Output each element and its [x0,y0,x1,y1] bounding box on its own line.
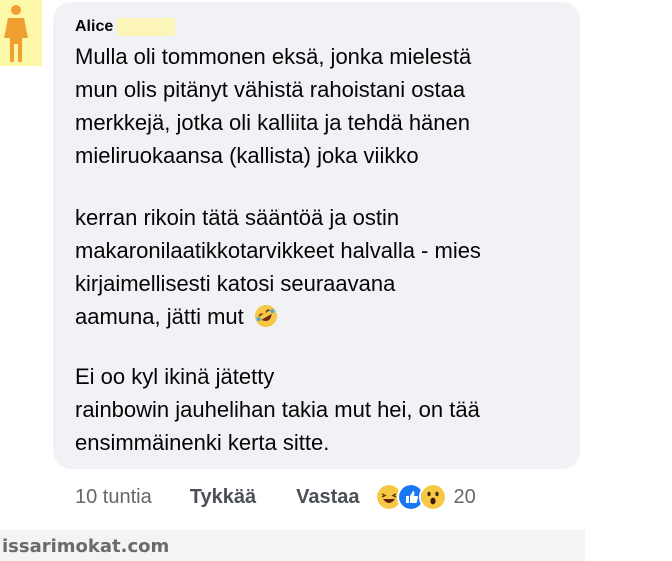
comment-line-with-emoji: aamuna, jätti mut [75,300,580,333]
rolling-laughing-emoji-icon [254,305,277,327]
comment-line: makaronilaatikkotarvikkeet halvalla - mi… [75,238,481,263]
comment-line: merkkejä, jotka oli kalliita ja tehdä hä… [75,110,471,135]
comment-line: aamuna, jätti mut [75,304,244,329]
like-button[interactable]: Tykkää [190,486,256,509]
watermark: issarimokat.com [2,536,170,557]
reactions-summary[interactable] [375,483,448,511]
comment-paragraph-3: Ei oo kyl ikinä jätetty rainbowin jauhel… [75,360,580,459]
comment-line: Mulla oli tommonen eksä, jonka mielestä [75,44,472,69]
author-row: Alice [75,16,176,38]
watermark-bar: issarimokat.com [0,530,585,561]
comment-line: Ei oo kyl ikinä jätetty [75,364,275,389]
reply-button[interactable]: Vastaa [296,486,359,509]
comment-paragraph-1: Mulla oli tommonen eksä, jonka mielestä … [75,40,580,172]
name-redaction [117,18,176,36]
wow-reaction-icon [419,483,448,511]
comment-timestamp[interactable]: 10 tuntia [75,486,152,509]
comment-line: rainbowin jauhelihan takia mut hei, on t… [75,397,480,422]
comment-bubble: Alice Mulla oli tommonen eksä, jonka mie… [53,2,580,469]
comment-line: kerran rikoin tätä sääntöä ja ostin [75,205,400,230]
comment-actions: 10 tuntia Tykkää Vastaa 20 [75,482,575,512]
comment-paragraph-2: kerran rikoin tätä sääntöä ja ostin maka… [75,201,580,333]
comment-line: mun olis pitänyt vähistä rahoistani osta… [75,77,466,102]
person-avatar-icon [4,5,28,62]
avatar[interactable] [0,0,42,66]
comment-line: kirjaimellisesti katosi seuraavana [75,271,396,296]
comment-line: ensimmäinenki kerta sitte. [75,430,330,455]
comment-line: mieliruokaansa (kallista) joka viikko [75,143,419,168]
reaction-count[interactable]: 20 [453,486,475,509]
comment-author[interactable]: Alice [75,18,113,36]
